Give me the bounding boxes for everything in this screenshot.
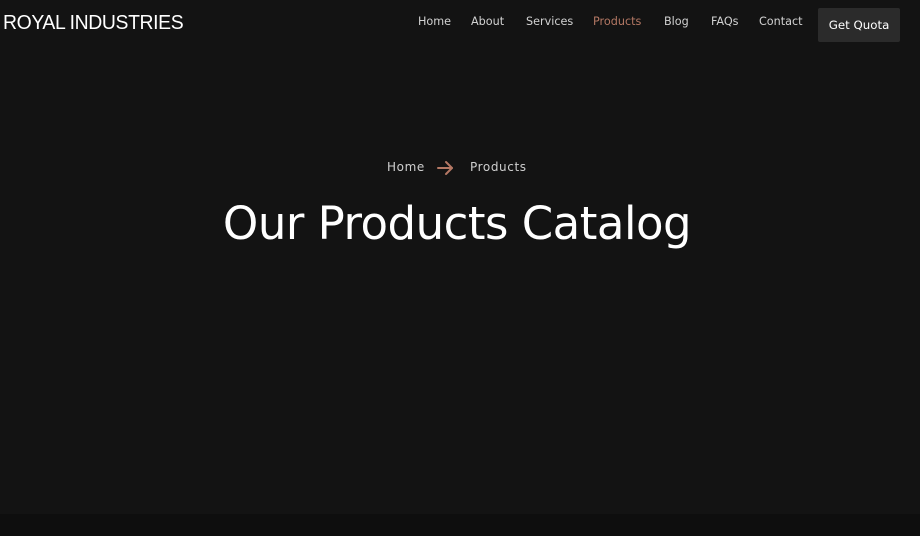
brand-logo[interactable]: ROYAL INDUSTRIES <box>3 12 184 35</box>
nav-item-faqs[interactable]: FAQs <box>711 15 739 28</box>
nav-item-about[interactable]: About <box>471 15 504 28</box>
section-divider <box>0 514 920 536</box>
nav-item-blog[interactable]: Blog <box>664 15 689 28</box>
nav-item-home[interactable]: Home <box>418 15 451 28</box>
nav-item-products[interactable]: Products <box>593 15 641 28</box>
arrow-right-icon <box>437 161 453 175</box>
site-header: ROYAL INDUSTRIES Home About Services Pro… <box>0 0 920 50</box>
breadcrumb: Home Products <box>0 159 920 177</box>
page: ROYAL INDUSTRIES Home About Services Pro… <box>0 0 920 536</box>
nav-item-contact[interactable]: Contact <box>759 15 803 28</box>
get-quota-button[interactable]: Get Quota <box>818 8 900 42</box>
page-title: Our Products Catalog <box>222 197 692 250</box>
breadcrumb-current: Products <box>470 160 527 174</box>
breadcrumb-home-link[interactable]: Home <box>387 160 425 174</box>
nav-item-services[interactable]: Services <box>526 15 573 28</box>
